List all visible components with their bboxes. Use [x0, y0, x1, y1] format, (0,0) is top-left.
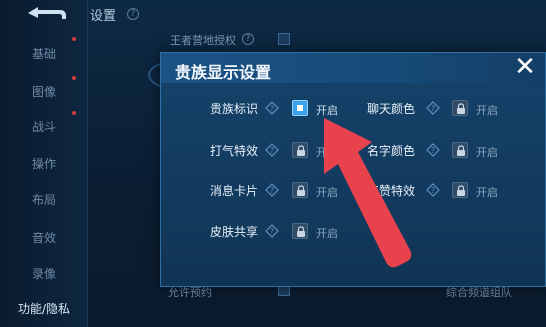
help-icon[interactable]: ?: [127, 8, 139, 20]
help-icon[interactable]: ?: [426, 183, 440, 197]
lock-icon: [297, 145, 305, 156]
toggle-chat-color[interactable]: [452, 100, 468, 116]
toggle-name-color[interactable]: [452, 142, 468, 158]
help-icon[interactable]: ?: [265, 183, 279, 197]
sidebar-item-basic[interactable]: 基础: [0, 45, 88, 62]
option-label-skin-share: 皮肤共享: [209, 225, 258, 239]
sidebar-item-combat[interactable]: 战斗: [0, 118, 88, 135]
option-label-cheer-effect: 打气特效: [209, 144, 258, 158]
help-icon[interactable]: ?: [426, 143, 440, 157]
toggle-skin-share[interactable]: [292, 223, 308, 239]
svg-text:?: ?: [270, 227, 274, 236]
dialog-title: 贵族显示设置: [175, 63, 272, 82]
bg-row-label: 王者营地授权: [170, 34, 236, 47]
page-title: 设置: [90, 9, 117, 24]
svg-text:?: ?: [270, 146, 274, 155]
settings-sidebar: 基础 图像 战斗 操作 布局 音效 录像 功能/隐私: [0, 0, 88, 327]
annotation-arrow-icon: [324, 118, 412, 268]
help-icon[interactable]: ?: [265, 143, 279, 157]
help-icon[interactable]: ?: [426, 101, 440, 115]
svg-text:?: ?: [431, 146, 435, 155]
lock-icon: [457, 145, 465, 156]
help-icon[interactable]: ?: [265, 224, 279, 238]
notification-dot: [72, 37, 76, 41]
sidebar-item-graphics[interactable]: 图像: [0, 83, 88, 100]
lock-icon: [297, 185, 305, 196]
sidebar-item-controls[interactable]: 操作: [0, 155, 88, 172]
svg-text:?: ?: [270, 186, 274, 195]
bg-checkbox[interactable]: [278, 33, 290, 45]
option-label-message-card: 消息卡片: [209, 184, 258, 198]
sidebar-item-replay[interactable]: 录像: [0, 265, 88, 282]
lock-icon: [297, 226, 305, 237]
svg-text:?: ?: [270, 104, 274, 113]
sidebar-item-sound[interactable]: 音效: [0, 229, 88, 246]
lock-icon: [457, 185, 465, 196]
back-icon[interactable]: [22, 4, 68, 22]
toggle-noble-badge[interactable]: [292, 100, 308, 116]
notification-dot: [72, 111, 76, 115]
help-icon[interactable]: ?: [265, 101, 279, 115]
close-icon[interactable]: ✕: [513, 54, 537, 80]
option-state: 开启: [476, 186, 498, 199]
sidebar-item-privacy[interactable]: 功能/隐私: [0, 300, 88, 317]
toggle-like-effect[interactable]: [452, 182, 468, 198]
notification-dot: [72, 76, 76, 80]
svg-text:?: ?: [431, 104, 435, 113]
lock-icon: [457, 103, 465, 114]
sidebar-item-layout[interactable]: 布局: [0, 191, 88, 208]
option-state: 开启: [476, 104, 498, 117]
option-label-noble-badge: 贵族标识: [209, 102, 258, 116]
help-icon[interactable]: ?: [242, 33, 254, 45]
option-state: 开启: [476, 146, 498, 159]
toggle-message-card[interactable]: [292, 182, 308, 198]
svg-text:?: ?: [431, 186, 435, 195]
toggle-cheer-effect[interactable]: [292, 142, 308, 158]
